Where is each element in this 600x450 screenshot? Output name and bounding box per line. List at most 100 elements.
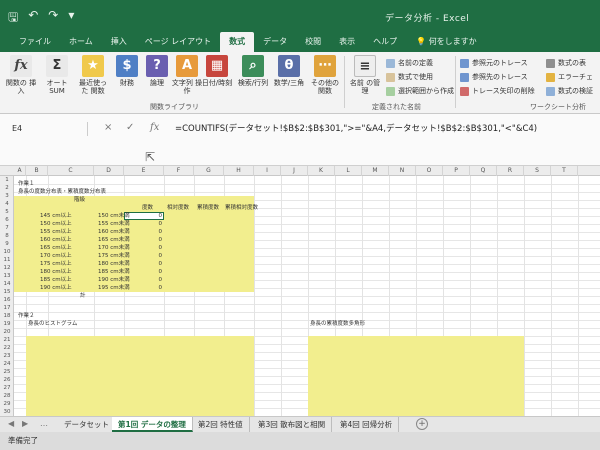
row-header[interactable]: 12 [0, 264, 14, 272]
trace-dependents-button[interactable]: 参照先のトレース [460, 72, 528, 82]
row-header[interactable]: 1 [0, 176, 14, 184]
sheet-tab-lesson1[interactable]: 第1回 データの整理 [112, 417, 193, 432]
recent-functions-button[interactable]: ★ 最近使った 関数 [76, 55, 110, 95]
evaluate-formula-button[interactable]: 数式の検証 [546, 86, 593, 96]
column-header[interactable]: L [335, 166, 362, 176]
column-header[interactable]: K [308, 166, 335, 176]
logical-button[interactable]: ? 論理 [140, 55, 174, 87]
row-header[interactable]: 24 [0, 360, 14, 368]
row-header[interactable]: 18 [0, 312, 14, 320]
tab-view[interactable]: 表示 [330, 32, 364, 52]
tab-help[interactable]: ヘルプ [364, 32, 406, 52]
row-header[interactable]: 28 [0, 392, 14, 400]
formula-input[interactable]: =COUNTIFS(データセット!$B$2:$B$301,">="&A4,データ… [175, 122, 595, 136]
row-header[interactable]: 9 [0, 240, 14, 248]
tab-page-layout[interactable]: ページ レイアウト [136, 32, 220, 52]
column-header[interactable]: A [14, 166, 26, 176]
column-header[interactable]: C [48, 166, 94, 176]
tab-data[interactable]: データ [254, 32, 296, 52]
use-in-formula-button[interactable]: 数式で使用 [386, 72, 433, 82]
row-header[interactable]: 20 [0, 328, 14, 336]
more-functions-button[interactable]: ⋯ その他の 関数 [308, 55, 342, 95]
column-header[interactable]: T [551, 166, 578, 176]
column-header[interactable]: I [254, 166, 281, 176]
prev-sheet-icon[interactable]: ◀ [8, 419, 14, 428]
sheet-tab-lesson3[interactable]: 第3回 散布図と相関 [252, 417, 333, 432]
row-header[interactable]: 3 [0, 192, 14, 200]
column-header[interactable]: E [124, 166, 164, 176]
column-header[interactable]: S [524, 166, 551, 176]
autosum-button[interactable]: Σ オート SUM [40, 55, 74, 95]
undo-icon[interactable]: ↶ [28, 8, 38, 29]
math-button[interactable]: θ 数学/三角 [272, 55, 306, 87]
tab-home[interactable]: ホーム [60, 32, 102, 52]
row-header[interactable]: 22 [0, 344, 14, 352]
column-header[interactable]: B [26, 166, 48, 176]
column-header[interactable]: O [416, 166, 443, 176]
text-button[interactable]: A 文字列 操作 [170, 55, 204, 95]
row-header[interactable]: 19 [0, 320, 14, 328]
tell-me-box[interactable]: 💡 何をしますか [406, 32, 477, 52]
column-header[interactable]: D [94, 166, 124, 176]
row-header[interactable]: 2 [0, 184, 14, 192]
row-header[interactable]: 11 [0, 256, 14, 264]
row-header[interactable]: 8 [0, 232, 14, 240]
row-header[interactable]: 23 [0, 352, 14, 360]
column-header[interactable]: N [389, 166, 416, 176]
show-formulas-button[interactable]: 数式の表 [546, 58, 586, 68]
row-header[interactable]: 15 [0, 288, 14, 296]
row-header[interactable]: 13 [0, 272, 14, 280]
trace-precedents-button[interactable]: 参照元のトレース [460, 58, 528, 68]
row-header[interactable]: 4 [0, 200, 14, 208]
define-name-button[interactable]: 名前の定義 [386, 58, 433, 68]
row-header[interactable]: 29 [0, 400, 14, 408]
tab-formulas[interactable]: 数式 [220, 32, 255, 52]
column-header[interactable]: H [224, 166, 254, 176]
row-header[interactable]: 6 [0, 216, 14, 224]
sheet-tab-lesson4[interactable]: 第4回 回帰分析 [334, 417, 400, 432]
cumulative-polygon-area[interactable] [308, 336, 524, 416]
worksheet-grid[interactable]: A B C D E F G H I J K L M N O P Q R S T … [0, 166, 600, 416]
row-header[interactable]: 17 [0, 304, 14, 312]
row-header[interactable]: 25 [0, 368, 14, 376]
datetime-button[interactable]: ▦ 日付/時刻 [200, 55, 234, 87]
tab-insert[interactable]: 挿入 [102, 32, 136, 52]
next-sheet-icon[interactable]: ▶ [22, 419, 28, 428]
create-from-selection-button[interactable]: 選択範囲から作成 [386, 86, 454, 96]
row-header[interactable]: 5 [0, 208, 14, 216]
insert-function-button[interactable]: fx 関数の 挿入 [4, 55, 38, 95]
redo-icon[interactable]: ↷ [48, 8, 58, 29]
row-header[interactable]: 10 [0, 248, 14, 256]
column-header[interactable]: P [443, 166, 470, 176]
histogram-area[interactable] [26, 336, 254, 416]
save-icon[interactable]: 🖫 [8, 8, 18, 29]
name-box[interactable]: E4 [8, 122, 88, 136]
column-header[interactable]: J [281, 166, 308, 176]
column-header[interactable]: G [194, 166, 224, 176]
lookup-button[interactable]: ⌕ 検索/行列 [236, 55, 270, 87]
row-header[interactable]: 26 [0, 376, 14, 384]
enter-icon[interactable]: ✓ [126, 122, 134, 133]
cancel-icon[interactable]: × [104, 122, 112, 133]
column-header[interactable]: Q [470, 166, 497, 176]
column-header[interactable]: M [362, 166, 389, 176]
column-header[interactable]: R [497, 166, 524, 176]
remove-arrows-button[interactable]: トレース矢印の削除 [460, 86, 535, 96]
row-header[interactable]: 21 [0, 336, 14, 344]
row-header[interactable]: 27 [0, 384, 14, 392]
row-header[interactable]: 14 [0, 280, 14, 288]
row-header[interactable]: 30 [0, 408, 14, 416]
insert-function-icon[interactable]: fx [150, 122, 159, 133]
name-manager-button[interactable]: ≡ 名前 の管理 [348, 55, 382, 95]
tab-review[interactable]: 校閲 [296, 32, 330, 52]
row-header[interactable]: 7 [0, 224, 14, 232]
sheet-tab-lesson2[interactable]: 第2回 特性値 [192, 417, 250, 432]
tab-file[interactable]: ファイル [10, 32, 60, 52]
error-checking-button[interactable]: エラーチェ [546, 72, 593, 82]
add-sheet-icon[interactable]: + [416, 418, 428, 430]
sheet-tab-dataset[interactable]: データセット [58, 417, 116, 432]
customize-qat-icon[interactable]: ▾ [68, 8, 74, 29]
more-sheets-icon[interactable]: … [40, 419, 48, 428]
row-header[interactable]: 16 [0, 296, 14, 304]
financial-button[interactable]: $ 財務 [110, 55, 144, 87]
